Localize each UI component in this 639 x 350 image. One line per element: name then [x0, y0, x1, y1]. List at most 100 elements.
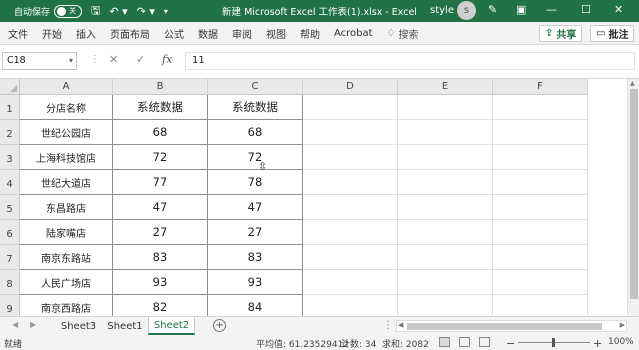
cell-c8[interactable]: 93	[208, 270, 303, 295]
column-header-f[interactable]: F	[493, 79, 588, 95]
horizontal-scrollbar[interactable]: ◀ ▶	[396, 320, 627, 332]
cell-c7[interactable]: 83	[208, 245, 303, 270]
user-name[interactable]: style	[430, 5, 454, 16]
comments-button[interactable]: ▭ 批注	[590, 25, 635, 42]
cell-b2[interactable]: 68	[113, 120, 208, 145]
cell-d4[interactable]	[303, 170, 398, 195]
next-sheet-icon[interactable]: ▶	[30, 320, 36, 329]
sheet-tab-sheet3[interactable]: Sheet3	[55, 317, 102, 335]
cell-d6[interactable]	[303, 220, 398, 245]
cell-e3[interactable]	[398, 145, 493, 170]
name-box[interactable]: C18 ▾	[2, 52, 77, 70]
save-icon[interactable]: 🖫	[91, 2, 100, 21]
cell-c3[interactable]: 72	[208, 145, 303, 170]
row-header-2[interactable]: 2	[0, 120, 20, 145]
cell-d2[interactable]	[303, 120, 398, 145]
cell-b6[interactable]: 27	[113, 220, 208, 245]
worksheet-grid[interactable]: ABCDEF 123456789 分店名称 系统数据 系统数据 世纪公园店 68 68 上海…	[0, 79, 639, 316]
scroll-right-icon[interactable]: ▶	[620, 321, 625, 329]
zoom-out-icon[interactable]: −	[506, 337, 515, 350]
cell-e5[interactable]	[398, 195, 493, 220]
customize-qat-icon[interactable]: ▾	[164, 7, 168, 16]
cell-a9[interactable]: 南京西路店	[20, 295, 113, 316]
sheet-tab-sheet2[interactable]: Sheet2	[148, 317, 195, 335]
tab-data[interactable]: 数据	[198, 26, 218, 41]
cell-f4[interactable]	[493, 170, 588, 195]
vertical-scroll-thumb[interactable]	[630, 89, 638, 299]
share-button[interactable]: ⇪ 共享	[539, 25, 583, 42]
add-sheet-button[interactable]: +	[213, 319, 226, 332]
row-header-9[interactable]: 9	[0, 295, 20, 316]
row-header-5[interactable]: 5	[0, 195, 20, 220]
maximize-icon[interactable]: ☐	[581, 3, 591, 16]
enter-entry-icon[interactable]: ✓	[136, 53, 145, 66]
row-header-6[interactable]: 6	[0, 220, 20, 245]
formula-bar-grip[interactable]: ⋮	[90, 54, 100, 65]
cell-f8[interactable]	[493, 270, 588, 295]
tab-acrobat[interactable]: Acrobat	[334, 28, 373, 39]
sheet-tab-sheet1[interactable]: Sheet1	[102, 317, 148, 335]
cancel-entry-icon[interactable]: ✕	[109, 53, 118, 66]
column-header-b[interactable]: B	[113, 79, 208, 95]
cell-c4[interactable]: 78	[208, 170, 303, 195]
tab-split-handle[interactable]: ⋮	[383, 320, 393, 331]
cell-d3[interactable]	[303, 145, 398, 170]
cell-f7[interactable]	[493, 245, 588, 270]
cell-f9[interactable]	[493, 295, 588, 316]
cell-e1[interactable]	[398, 95, 493, 120]
cell-c1[interactable]: 系统数据	[208, 95, 303, 120]
tab-file[interactable]: 文件	[8, 26, 28, 41]
cell-e9[interactable]	[398, 295, 493, 316]
cell-a4[interactable]: 世纪大道店	[20, 170, 113, 195]
autosave-toggle[interactable]: 关	[54, 4, 83, 18]
column-header-a[interactable]: A	[20, 79, 113, 95]
status-sum[interactable]: 求和: 2082	[382, 337, 429, 350]
cell-e6[interactable]	[398, 220, 493, 245]
cell-f2[interactable]	[493, 120, 588, 145]
row-header-4[interactable]: 4	[0, 170, 20, 195]
zoom-level[interactable]: 100%	[608, 337, 634, 347]
cell-a5[interactable]: 东昌路店	[20, 195, 113, 220]
close-icon[interactable]: ✕	[614, 3, 623, 16]
redo-icon[interactable]: ↷ ▾	[137, 5, 155, 18]
cell-e7[interactable]	[398, 245, 493, 270]
horizontal-scroll-thumb[interactable]	[407, 323, 602, 330]
formula-input[interactable]: 11	[185, 52, 635, 70]
page-layout-view-icon[interactable]	[459, 337, 470, 347]
cell-d8[interactable]	[303, 270, 398, 295]
zoom-slider-thumb[interactable]	[552, 338, 555, 347]
cell-b1[interactable]: 系统数据	[113, 95, 208, 120]
cell-c5[interactable]: 47	[208, 195, 303, 220]
cell-d5[interactable]	[303, 195, 398, 220]
select-all-button[interactable]	[0, 79, 20, 95]
cell-e2[interactable]	[398, 120, 493, 145]
cell-c6[interactable]: 27	[208, 220, 303, 245]
tab-page-layout[interactable]: 页面布局	[110, 26, 150, 41]
row-header-1[interactable]: 1	[0, 95, 20, 120]
status-average[interactable]: 平均值: 61.23529412	[256, 337, 349, 350]
cell-f6[interactable]	[493, 220, 588, 245]
cell-a6[interactable]: 陆家嘴店	[20, 220, 113, 245]
cell-a7[interactable]: 南京东路站	[20, 245, 113, 270]
row-header-8[interactable]: 8	[0, 270, 20, 295]
column-header-e[interactable]: E	[398, 79, 493, 95]
cell-a1[interactable]: 分店名称	[20, 95, 113, 120]
cell-e4[interactable]	[398, 170, 493, 195]
cell-a8[interactable]: 人民广场店	[20, 270, 113, 295]
column-header-d[interactable]: D	[303, 79, 398, 95]
vertical-scrollbar[interactable]: ▲	[627, 79, 639, 316]
chevron-down-icon[interactable]: ▾	[69, 53, 73, 69]
cell-b9[interactable]: 82	[113, 295, 208, 316]
scroll-left-icon[interactable]: ◀	[398, 321, 403, 329]
cell-f3[interactable]	[493, 145, 588, 170]
cell-b4[interactable]: 77	[113, 170, 208, 195]
tab-home[interactable]: 开始	[42, 26, 62, 41]
cell-b3[interactable]: 72	[113, 145, 208, 170]
cell-c2[interactable]: 68	[208, 120, 303, 145]
cell-e8[interactable]	[398, 270, 493, 295]
avatar[interactable]: s	[457, 1, 476, 20]
ribbon-display-icon[interactable]: ▣	[516, 3, 526, 16]
cell-a3[interactable]: 上海科技馆店	[20, 145, 113, 170]
cell-b5[interactable]: 47	[113, 195, 208, 220]
minimize-icon[interactable]: —	[546, 3, 557, 16]
